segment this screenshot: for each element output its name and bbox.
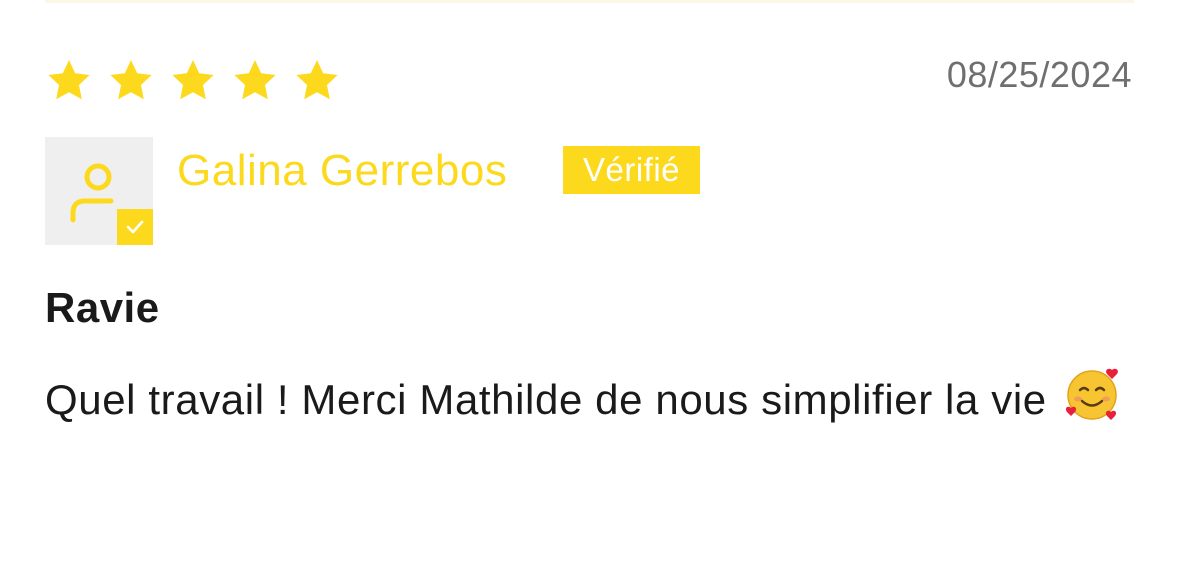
reviewer-name: Galina Gerrebos <box>177 146 508 195</box>
review-body-text: Quel travail ! Merci Mathilde de nous si… <box>45 376 1047 423</box>
top-divider <box>45 0 1134 3</box>
review-title: Ravie <box>45 284 160 331</box>
verified-badge: Vérifié <box>563 146 701 194</box>
star-icon <box>44 57 94 105</box>
check-icon <box>117 209 153 245</box>
star-rating <box>44 57 342 105</box>
smiling-face-with-hearts-icon <box>1065 366 1121 439</box>
star-icon <box>292 57 342 105</box>
review-body: Quel travail ! Merci Mathilde de nous si… <box>45 366 1135 439</box>
star-icon <box>230 57 280 105</box>
review-date: 08/25/2024 <box>946 54 1132 95</box>
star-icon <box>106 57 156 105</box>
avatar <box>45 137 153 245</box>
star-icon <box>168 57 218 105</box>
